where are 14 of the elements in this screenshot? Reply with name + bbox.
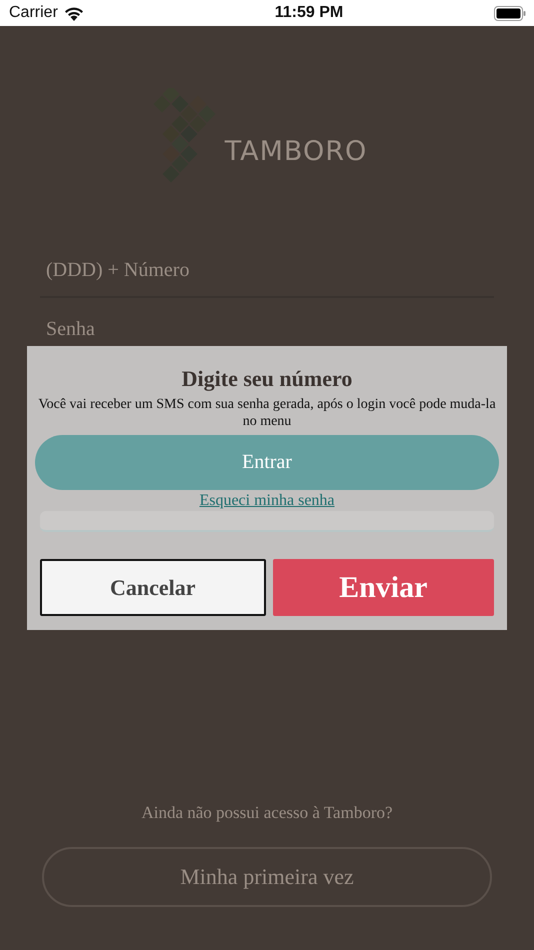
first-time-button[interactable]: Minha primeira vez — [42, 847, 492, 907]
login-button[interactable]: Entrar — [35, 435, 499, 490]
dialog-title: Digite seu número — [182, 366, 352, 392]
phone-field[interactable]: (DDD) + Número — [40, 245, 494, 298]
forgot-password-link[interactable]: Esqueci minha senha — [199, 492, 335, 509]
send-button[interactable]: Enviar — [272, 559, 494, 616]
carrier-label: Carrier — [9, 4, 58, 22]
cancel-button[interactable]: Cancelar — [40, 559, 266, 616]
clock-time: 11:59 PM — [274, 4, 344, 22]
signup-prompt: Ainda não possui acesso à Tamboro? — [141, 803, 393, 823]
logo-wordmark: TAMBORO — [224, 136, 368, 167]
battery-icon — [494, 6, 526, 20]
dialog-message: Você vai receber um SMS com sua senha gerada, após o login você pode muda-la no menu — [37, 396, 497, 430]
wifi-icon — [64, 6, 84, 20]
